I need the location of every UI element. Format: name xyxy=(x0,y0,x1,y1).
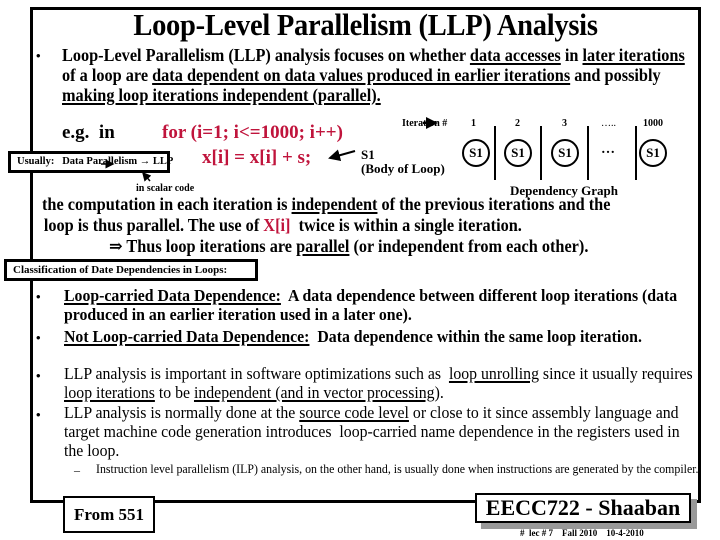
computation-line: the computation in each iteration is ind… xyxy=(42,194,693,215)
underlined-text: loop unrolling xyxy=(448,364,539,383)
dash-icon: – xyxy=(74,463,80,477)
bullet-icon: • xyxy=(36,407,41,422)
text: loop is thus parallel. The use of xyxy=(43,215,264,235)
arrow-to-code-icon xyxy=(328,149,356,162)
computation-paragraph: the computation in each iteration is ind… xyxy=(42,194,693,257)
text: of the previous iterations and the xyxy=(377,194,611,214)
underlined-text: source code level xyxy=(299,403,409,422)
underlined-text: loop iterations xyxy=(64,383,155,402)
arrow-scalar-icon xyxy=(142,171,152,182)
slide-footer: # lec # 7 Fall 2010 10-4-2010 xyxy=(520,528,644,538)
item-text: LLP analysis is important in software op… xyxy=(64,364,449,383)
list-item: Not Loop-carried Data Dependence: Data d… xyxy=(64,327,696,346)
from-course-box: From 551 xyxy=(63,496,155,533)
sub-item: Instruction level parallelism (ILP) anal… xyxy=(96,462,699,476)
text: (or independent from each other). xyxy=(349,236,589,256)
computation-line: loop is thus parallel. The use of X[i] t… xyxy=(42,215,693,236)
underlined-text: parallel xyxy=(296,236,350,256)
text: twice is within a single iteration. xyxy=(290,215,522,235)
classification-box: Classification of Date Dependencies in L… xyxy=(4,259,258,281)
item-text: since it usually requires xyxy=(538,364,693,383)
underlined-text: independent (and in vector processing xyxy=(193,383,435,402)
list-item: Loop-carried Data Dependence: A data dep… xyxy=(64,286,696,324)
item-term: Loop-carried Data Dependence: xyxy=(64,286,281,305)
item-text: to be xyxy=(154,383,194,402)
bullet-icon: • xyxy=(36,368,41,383)
item-text: ). xyxy=(434,383,444,402)
course-box: EECC722 - Shaaban xyxy=(475,493,691,523)
item-text: Data dependence within the same loop ite… xyxy=(309,327,642,346)
item-text: LLP analysis is normally done at the xyxy=(64,403,300,422)
text: the computation in each iteration is xyxy=(42,194,292,214)
code-ref: X[i] xyxy=(263,215,291,235)
computation-line: ⇒ Thus loop iterations are parallel (or … xyxy=(42,236,693,257)
list-item: LLP analysis is important in software op… xyxy=(64,364,696,402)
bullet-icon: • xyxy=(36,330,41,345)
list-item: LLP analysis is normally done at the sou… xyxy=(64,403,696,460)
text: ⇒ Thus loop iterations are xyxy=(108,236,297,256)
underlined-text: independent xyxy=(291,194,378,214)
bullet-icon: • xyxy=(36,289,41,304)
item-term: Not Loop-carried Data Dependence: xyxy=(64,327,310,346)
